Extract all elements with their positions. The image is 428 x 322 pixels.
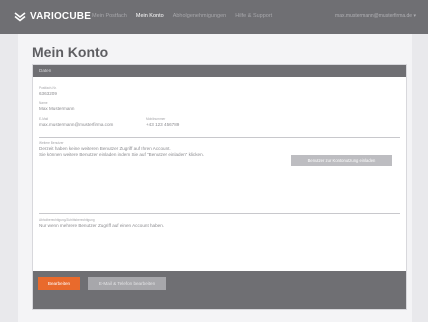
card-header: Daten: [33, 65, 406, 77]
email-field: E-Mail max.mustermann@musterfirma.com: [39, 117, 113, 127]
nav-item-mein-postfach[interactable]: Mein Postfach: [92, 13, 127, 19]
nav-item-mein-konto[interactable]: Mein Konto: [136, 13, 164, 19]
phone-label: Mobilnummer: [146, 117, 166, 121]
chevron-down-icon: ▾: [413, 13, 416, 19]
email-value: max.mustermann@musterfirma.com: [39, 122, 114, 127]
user-menu[interactable]: max.mustermann@musterfirma.de ▾: [335, 13, 416, 19]
account-data-card: Daten Postfach-Nr. 6363209 Name Max Must…: [32, 64, 407, 310]
brand-logo[interactable]: VARIOCUBE: [14, 11, 91, 22]
pickup-field: Abholberechtigung/Zutrittsberechtigung N…: [39, 218, 164, 228]
nav-item-hilfe-support[interactable]: Hilfe & Support: [235, 13, 272, 19]
email-label: E-Mail: [39, 117, 49, 121]
divider: [39, 213, 400, 214]
nav-item-abholgenehmigungen[interactable]: Abholgenehmigungen: [173, 13, 227, 19]
users-label: Weitere Benutzer: [39, 141, 64, 145]
card-footer: Bearbeiten E-Mail & Telefon bearbeiten: [33, 271, 406, 309]
top-navigation-bar: VARIOCUBE Mein Postfach Mein Konto Abhol…: [0, 0, 428, 34]
postfach-label: Postfach-Nr.: [39, 86, 57, 90]
pickup-label: Abholberechtigung/Zutrittsberechtigung: [39, 218, 95, 222]
edit-button[interactable]: Bearbeiten: [38, 277, 80, 290]
postfach-field: Postfach-Nr. 6363209: [39, 86, 57, 96]
users-info-line-1: Derzeit haben keine weiteren Benutzer Zu…: [39, 146, 171, 151]
users-info-line-2: Sie können weitere Benutzer einladen ind…: [39, 152, 204, 157]
name-field: Name Max Mustermann: [39, 101, 75, 111]
phone-field: Mobilnummer +43 123 456789: [146, 117, 179, 127]
name-label: Name: [39, 101, 48, 105]
brand-name: VARIOCUBE: [30, 11, 92, 22]
postfach-value: 6363209: [39, 91, 57, 96]
page-title: Mein Konto: [32, 44, 109, 60]
variocube-logo-icon: [14, 11, 27, 22]
phone-value: +43 123 456789: [146, 122, 180, 127]
card-body: Postfach-Nr. 6363209 Name Max Mustermann…: [33, 77, 406, 273]
invite-user-button[interactable]: Benutzer zur Kontonutzung einladen: [291, 155, 392, 166]
users-field: Weitere Benutzer Derzeit haben keine wei…: [39, 141, 204, 157]
divider: [39, 137, 400, 138]
edit-email-phone-button[interactable]: E-Mail & Telefon bearbeiten: [88, 277, 166, 290]
main-content: Mein Konto Daten Postfach-Nr. 6363209 Na…: [18, 34, 412, 322]
pickup-value: Nur wenn mehrere Benutzer Zugriff auf ei…: [39, 223, 165, 228]
user-email: max.mustermann@musterfirma.de: [335, 13, 413, 19]
name-value: Max Mustermann: [39, 106, 75, 111]
main-nav: Mein Postfach Mein Konto Abholgenehmigun…: [92, 13, 272, 19]
